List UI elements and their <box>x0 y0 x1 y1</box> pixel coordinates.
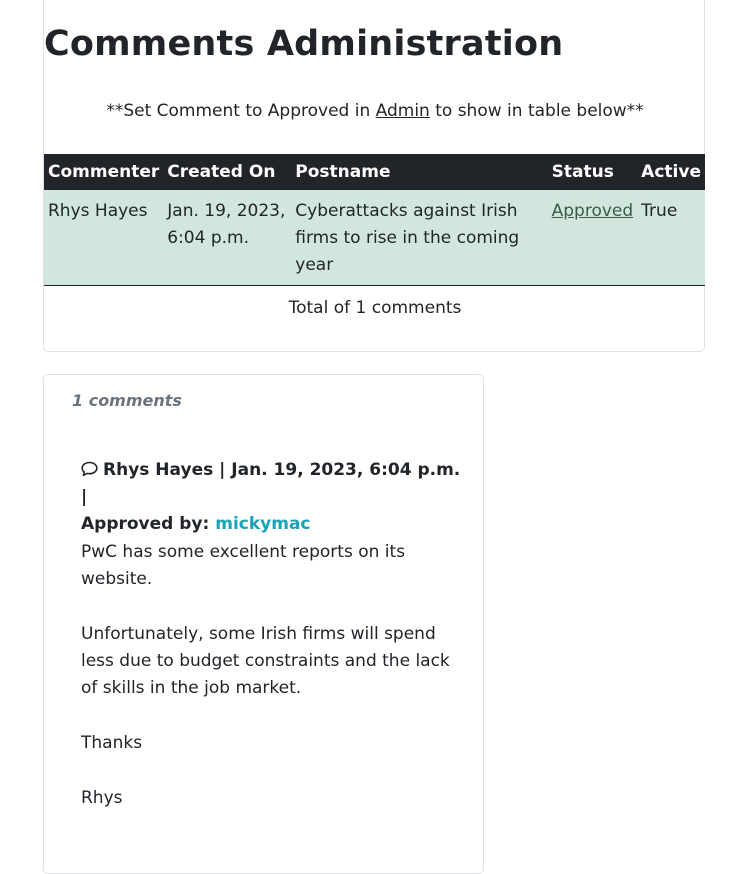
column-header-commenter: Commenter <box>44 154 164 190</box>
column-header-created-on: Created On <box>163 154 292 190</box>
total-comments: Total of 1 comments <box>288 298 462 318</box>
comment-body: PwC has some excellent reports on its we… <box>81 539 461 840</box>
comment-paragraph: PwC has some excellent reports on its we… <box>81 542 406 589</box>
comment-paragraph: Thanks <box>81 733 143 753</box>
comment-paragraph: Rhys <box>81 788 123 808</box>
comment-paragraph: Unfortunately, some Irish firms will spe… <box>81 624 450 698</box>
cell-commenter: Rhys Hayes <box>44 190 164 286</box>
table-row: Rhys Hayes Jan. 19, 2023, 6:04 p.m. Cybe… <box>44 190 705 286</box>
comment-icon <box>81 460 103 480</box>
page-title: Comments Administration <box>44 24 564 64</box>
admin-link[interactable]: Admin <box>376 101 430 121</box>
cell-active: True <box>637 190 705 286</box>
cell-postname: Cyberattacks against Irish firms to rise… <box>291 190 548 286</box>
comment-list-card: 1 comments Rhys Hayes | Jan. 19, 2023, 6… <box>43 374 484 874</box>
approved-by-label: Approved by: <box>81 514 210 534</box>
note-prefix: **Set Comment to Approved in <box>106 101 376 121</box>
table-header-row: Commenter Created On Postname Status Act… <box>44 154 705 190</box>
status-approved-link[interactable]: Approved <box>552 201 634 221</box>
approver-name: mickymac <box>215 514 311 534</box>
cell-status: Approved <box>547 190 638 286</box>
comments-admin-card: Comments Administration **Set Comment to… <box>43 0 705 352</box>
comment-count: 1 comments <box>72 391 182 410</box>
comment-header: Rhys Hayes | Jan. 19, 2023, 6:04 p.m. | A… <box>81 460 461 534</box>
note-suffix: to show in table below** <box>429 101 644 121</box>
column-header-status: Status <box>547 154 638 190</box>
cell-created-on: Jan. 19, 2023, 6:04 p.m. <box>163 190 292 286</box>
comment-author: Rhys Hayes <box>103 460 214 480</box>
column-header-active: Active <box>637 154 705 190</box>
comment-date: Jan. 19, 2023, 6:04 p.m. <box>231 460 461 480</box>
comments-table: Commenter Created On Postname Status Act… <box>44 154 705 286</box>
column-header-postname: Postname <box>291 154 548 190</box>
approval-note: **Set Comment to Approved in Admin to sh… <box>44 101 706 121</box>
